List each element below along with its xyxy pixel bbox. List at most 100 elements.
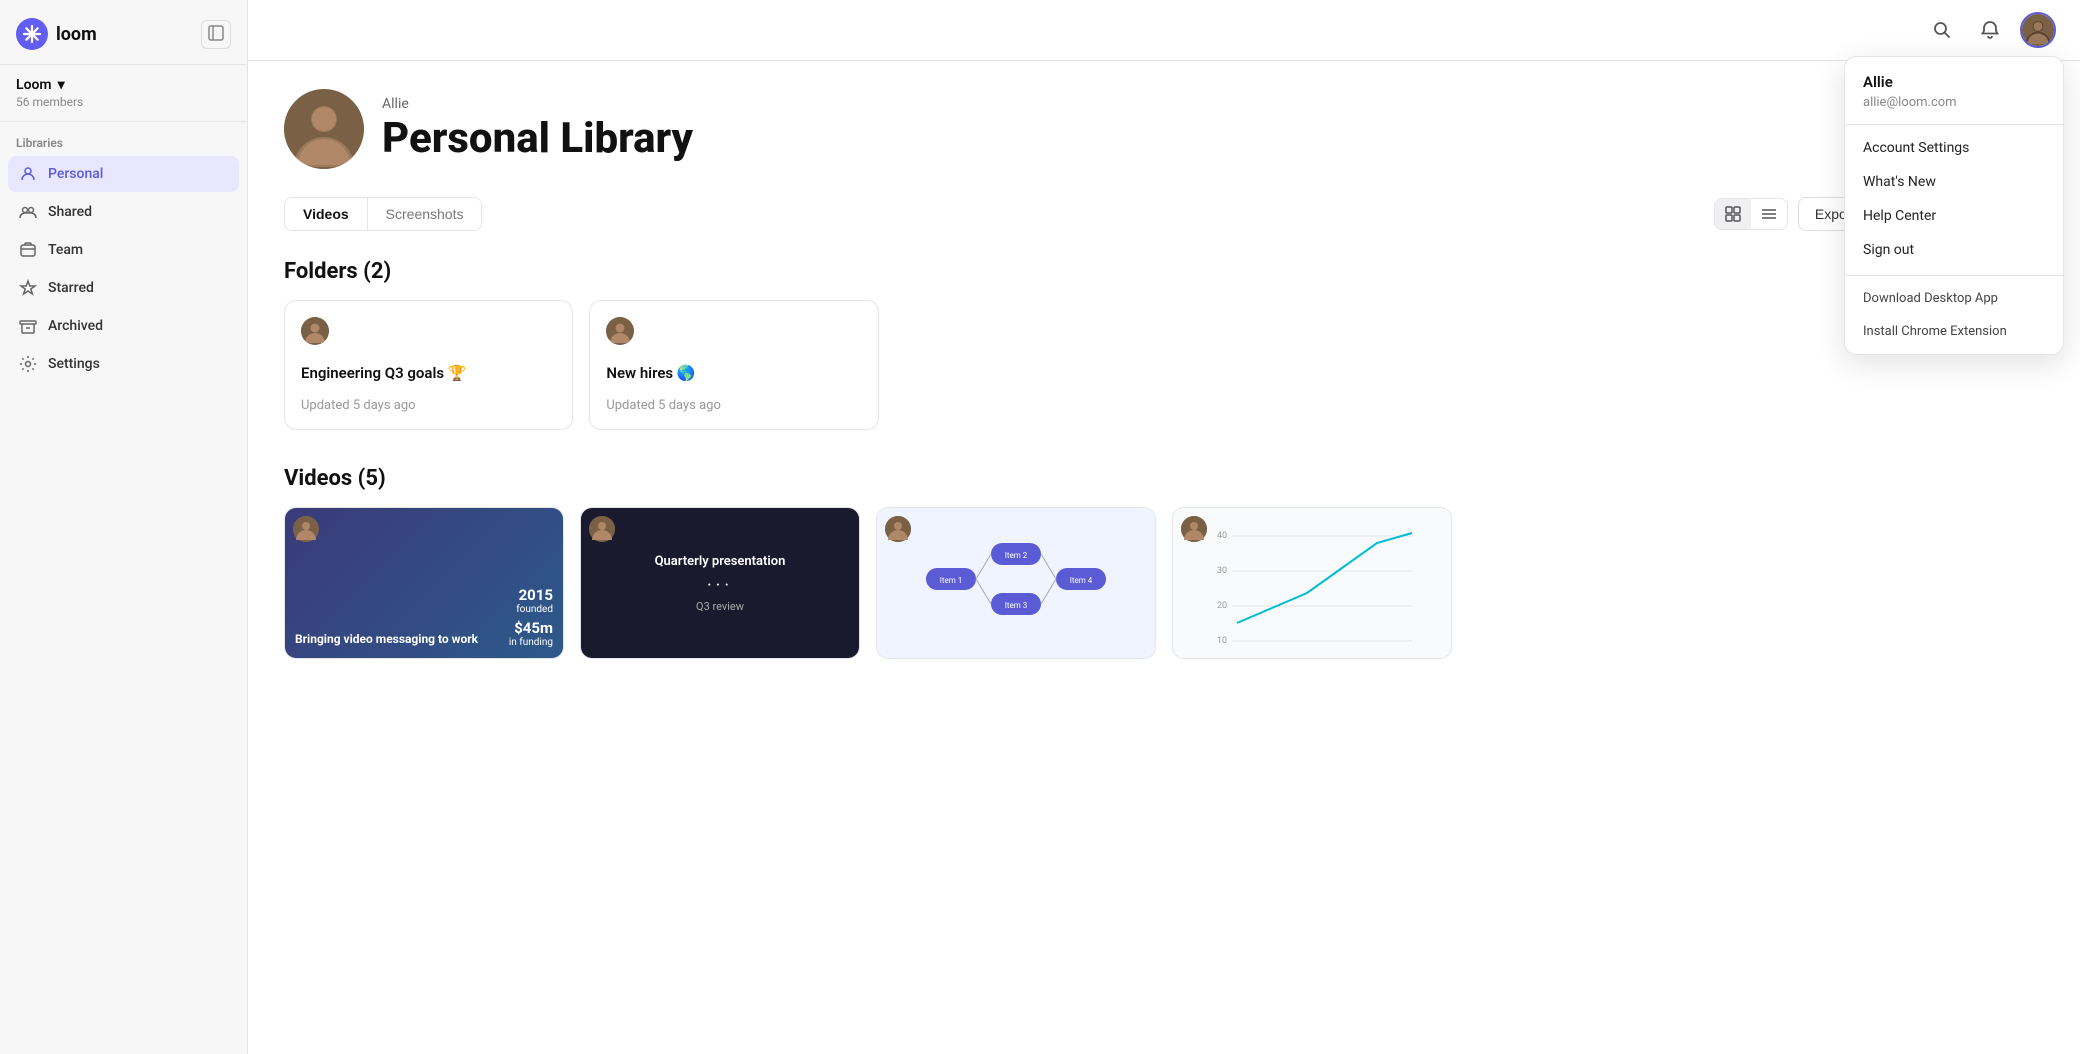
video-card-2[interactable]: Quarterly presentation ··· Q3 review [580,507,860,659]
workspace-section[interactable]: Loom ▾ 56 members [0,65,247,122]
sidebar-item-settings[interactable]: Settings [8,346,239,382]
dropdown-secondary-items: Download Desktop App Install Chrome Exte… [1845,275,2063,354]
video-card-3[interactable]: Item 1 Item 2 Item 3 Item 4 [876,507,1156,659]
dropdown-user-name: Allie [1863,73,2045,91]
folder-card-2[interactable]: New hires 🌎 Updated 5 days ago [589,300,878,430]
stat-funding-label: in funding [509,637,553,648]
dropdown-install-chrome[interactable]: Install Chrome Extension [1845,315,2063,348]
list-view-button[interactable] [1751,199,1787,229]
sidebar-item-personal[interactable]: Personal [8,156,239,192]
video-2-subtitle: Q3 review [696,600,744,613]
folder-2-avatar [606,317,634,345]
video-3-avatar [885,516,911,542]
avatar-svg [2022,12,2054,48]
workspace-name[interactable]: Loom ▾ [16,77,231,93]
folder-1-avatar [301,317,329,345]
video-2-avatar [589,516,615,542]
folder-1-updated: Updated 5 days ago [301,398,556,413]
content-area: Allie Personal Library Videos Screenshot… [248,61,2080,1054]
folders-section-title: Folders (2) [284,259,2044,284]
sidebar-item-shared[interactable]: Shared [8,194,239,230]
dropdown-user-email: allie@loom.com [1863,95,2045,110]
dropdown-main-items: Account Settings What's New Help Center … [1845,125,2063,273]
stat-funding-value: $45m [509,619,553,637]
notifications-button[interactable] [1972,12,2008,48]
search-icon [1932,20,1952,40]
dropdown-whats-new[interactable]: What's New [1845,165,2063,199]
loom-logo-icon [16,18,48,50]
sidebar: loom Loom ▾ 56 members Libraries Perso [0,0,248,1054]
svg-text:Item 3: Item 3 [1005,601,1028,610]
page-user-avatar [284,89,364,169]
video-card-1[interactable]: Bringing video messaging to work 2015fou… [284,507,564,659]
topbar: Allie allie@loom.com Account Settings Wh… [248,0,2080,61]
folder-2-updated: Updated 5 days ago [606,398,861,413]
view-toggle [1714,198,1788,230]
person-icon [18,164,38,184]
logo-area: loom [16,18,97,50]
folder-1-header [301,317,556,345]
sidebar-item-starred[interactable]: Starred [8,270,239,306]
video-3-thumb-bg: Item 1 Item 2 Item 3 Item 4 [877,508,1155,658]
dropdown-sign-out[interactable]: Sign out [1845,233,2063,267]
chart-svg: 40 30 20 10 [1183,518,1441,648]
folder-card-1[interactable]: Engineering Q3 goals 🏆 Updated 5 days ag… [284,300,573,430]
tab-videos[interactable]: Videos [285,198,368,230]
archive-icon [18,316,38,336]
search-button[interactable] [1924,12,1960,48]
video-2-thumb-bg: Quarterly presentation ··· Q3 review [581,508,859,658]
user-dropdown: Allie allie@loom.com Account Settings Wh… [1844,56,2064,355]
video-2-title-text: Quarterly presentation [655,554,786,569]
libraries-label: Libraries [8,136,239,150]
video-2-dots: ··· [707,575,733,596]
svg-text:20: 20 [1217,601,1227,611]
folder-2-name: New hires 🌎 [606,364,861,382]
video-card-4[interactable]: 40 30 20 10 [1172,507,1452,659]
sidebar-item-label-starred: Starred [48,280,94,296]
shared-icon [18,202,38,222]
star-icon [18,278,38,298]
video-thumb-3: Item 1 Item 2 Item 3 Item 4 [877,508,1155,658]
sidebar-item-team[interactable]: Team [8,232,239,268]
tab-screenshots[interactable]: Screenshots [368,198,482,230]
svg-text:40: 40 [1217,531,1227,541]
dropdown-user-info: Allie allie@loom.com [1845,57,2063,125]
video-thumb-4: 40 30 20 10 [1173,508,1451,658]
video-4-thumb-bg: 40 30 20 10 [1173,508,1451,658]
page-title-section: Allie Personal Library [382,96,693,162]
folder-2-avatar-svg [606,317,634,345]
video-1-thumb-bg: Bringing video messaging to work 2015fou… [285,508,563,658]
libraries-nav: Libraries Personal Shared [0,122,247,392]
content-toolbar: Videos Screenshots [284,197,2044,231]
folder-grid: Engineering Q3 goals 🏆 Updated 5 days ag… [284,300,1184,430]
grid-view-button[interactable] [1715,199,1751,229]
video-thumb-2: Quarterly presentation ··· Q3 review [581,508,859,658]
user-avatar-button[interactable] [2020,12,2056,48]
sidebar-item-label-archived: Archived [48,318,103,334]
svg-text:Item 1: Item 1 [940,576,963,585]
video-1-title-text: Bringing video messaging to work [295,632,499,648]
dropdown-account-settings[interactable]: Account Settings [1845,131,2063,165]
page-header: Allie Personal Library [284,89,2044,169]
page-username: Allie [382,96,693,112]
sidebar-item-label-shared: Shared [48,204,92,220]
team-icon [18,240,38,260]
svg-text:Item 4: Item 4 [1070,576,1093,585]
user-avatar-image [2022,14,2054,46]
sidebar-collapse-button[interactable] [201,20,231,49]
dropdown-help-center[interactable]: Help Center [1845,199,2063,233]
svg-text:30: 30 [1217,566,1227,576]
diagram-svg: Item 1 Item 2 Item 3 Item 4 [916,528,1116,638]
svg-text:10: 10 [1217,636,1227,646]
video-4-avatar [1181,516,1207,542]
sidebar-header: loom [0,0,247,65]
page-avatar-svg [284,89,364,169]
workspace-name-text: Loom [16,77,52,93]
sidebar-item-label-settings: Settings [48,356,100,372]
dropdown-download-desktop[interactable]: Download Desktop App [1845,282,2063,315]
sidebar-item-archived[interactable]: Archived [8,308,239,344]
page-title: Personal Library [382,116,693,162]
video-1-avatar [293,516,319,542]
folder-1-avatar-svg [301,317,329,345]
bell-icon [1980,20,2000,40]
